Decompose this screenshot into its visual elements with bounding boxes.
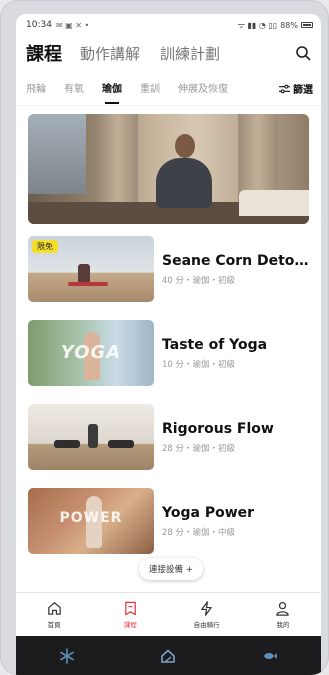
course-title: Taste of Yoga: [162, 336, 268, 353]
thumbnail-overlay-text: POWER: [59, 510, 123, 526]
phone-frame: 10:34 ✉ ▣ ✕ • ᯤ ▮▮ ◔ ▯▯ 88% 課程 動作講解 訓練計劃…: [0, 0, 329, 675]
course-thumbnail: POWER: [28, 488, 154, 554]
nav-courses-label: 課程: [123, 621, 137, 629]
banner-instructor-head: [175, 134, 195, 158]
course-item[interactable]: YOGA Taste of Yoga 10 分・瑜伽・初級: [28, 318, 309, 388]
category-tabs: 飛輪 有氧 瑜伽 重訓 伸展及恢復 篩選: [16, 70, 321, 106]
thumbnail-figure: [54, 440, 80, 448]
course-thumbnail: [28, 404, 154, 470]
bottom-navigation: 首頁 課程 自由騎行 我的: [16, 592, 321, 636]
battery-icon: [301, 22, 313, 28]
thumbnail-figure: [108, 440, 134, 448]
course-title: Seane Corn Detox Fl...: [162, 252, 309, 269]
category-cardio[interactable]: 有氧: [64, 80, 84, 95]
thumbnail-figure: [88, 424, 98, 448]
category-stretch-recovery[interactable]: 伸展及恢復: [178, 80, 228, 95]
course-meta: 40 分・瑜伽・初級: [162, 275, 236, 286]
snowflake-icon[interactable]: [58, 647, 76, 665]
connect-device-button[interactable]: 連接設備 +: [139, 558, 203, 580]
tab-courses[interactable]: 課程: [26, 40, 62, 66]
course-item[interactable]: 限免 Seane Corn Detox Fl... 40 分・瑜伽・初級: [28, 234, 309, 304]
thumbnail-overlay-text: YOGA: [60, 342, 122, 363]
top-tabs: 課程 動作講解 訓練計劃: [16, 36, 321, 70]
course-title: Yoga Power: [162, 504, 255, 521]
course-title: Rigorous Flow: [162, 420, 274, 437]
nav-free-ride[interactable]: 自由騎行: [169, 593, 245, 636]
course-thumbnail: 限免: [28, 236, 154, 302]
nav-home-label: 首頁: [47, 621, 61, 629]
course-item[interactable]: POWER Yoga Power 28 分・瑜伽・中級: [28, 486, 309, 556]
category-yoga[interactable]: 瑜伽: [102, 80, 122, 104]
banner-bed: [239, 190, 309, 216]
course-meta: 10 分・瑜伽・初級: [162, 359, 236, 370]
tab-exercise-guide[interactable]: 動作講解: [80, 43, 140, 64]
yoga-mat: [68, 282, 108, 286]
back-fish-icon[interactable]: [261, 647, 279, 665]
nav-home[interactable]: 首頁: [16, 593, 92, 636]
course-list: 限免 Seane Corn Detox Fl... 40 分・瑜伽・初級 YOG…: [16, 106, 321, 598]
course-item[interactable]: Rigorous Flow 28 分・瑜伽・初級: [28, 402, 309, 472]
nav-profile[interactable]: 我的: [245, 593, 321, 636]
course-meta: 28 分・瑜伽・中級: [162, 527, 236, 538]
course-meta: 28 分・瑜伽・初級: [162, 443, 236, 454]
featured-banner[interactable]: [28, 114, 309, 224]
category-strength[interactable]: 重訓: [140, 80, 160, 95]
free-badge: 限免: [32, 240, 58, 253]
tab-training-plan[interactable]: 訓練計劃: [160, 43, 220, 64]
filter-label: 篩選: [293, 85, 313, 96]
lightning-icon: [201, 601, 212, 616]
banner-instructor: [156, 158, 212, 208]
category-cycling[interactable]: 飛輪: [26, 80, 46, 95]
home-outline-icon[interactable]: [159, 647, 177, 665]
app-screen: 10:34 ✉ ▣ ✕ • ᯤ ▮▮ ◔ ▯▯ 88% 課程 動作講解 訓練計劃…: [16, 14, 321, 636]
system-navigation-bar: [16, 636, 321, 675]
course-thumbnail: YOGA: [28, 320, 154, 386]
battery-percent: 88%: [280, 20, 298, 30]
filter-button[interactable]: 篩選: [273, 81, 313, 96]
connect-device-label: 連接設備 +: [149, 565, 193, 575]
user-icon: [276, 602, 290, 616]
nav-courses[interactable]: 課程: [92, 593, 168, 636]
search-icon[interactable]: [295, 45, 311, 61]
signal-icons: ᯤ ▮▮ ◔ ▯▯: [237, 20, 278, 30]
filter-icon: [279, 84, 290, 93]
status-bar: 10:34 ✉ ▣ ✕ • ᯤ ▮▮ ◔ ▯▯ 88%: [16, 14, 321, 36]
bookmark-icon: [125, 601, 136, 616]
banner-window: [28, 114, 86, 194]
notification-icons: ✉ ▣ ✕ •: [55, 20, 90, 30]
status-time: 10:34: [26, 20, 52, 30]
home-icon: [47, 602, 61, 615]
nav-profile-label: 我的: [276, 621, 290, 629]
nav-free-ride-label: 自由騎行: [193, 621, 220, 629]
